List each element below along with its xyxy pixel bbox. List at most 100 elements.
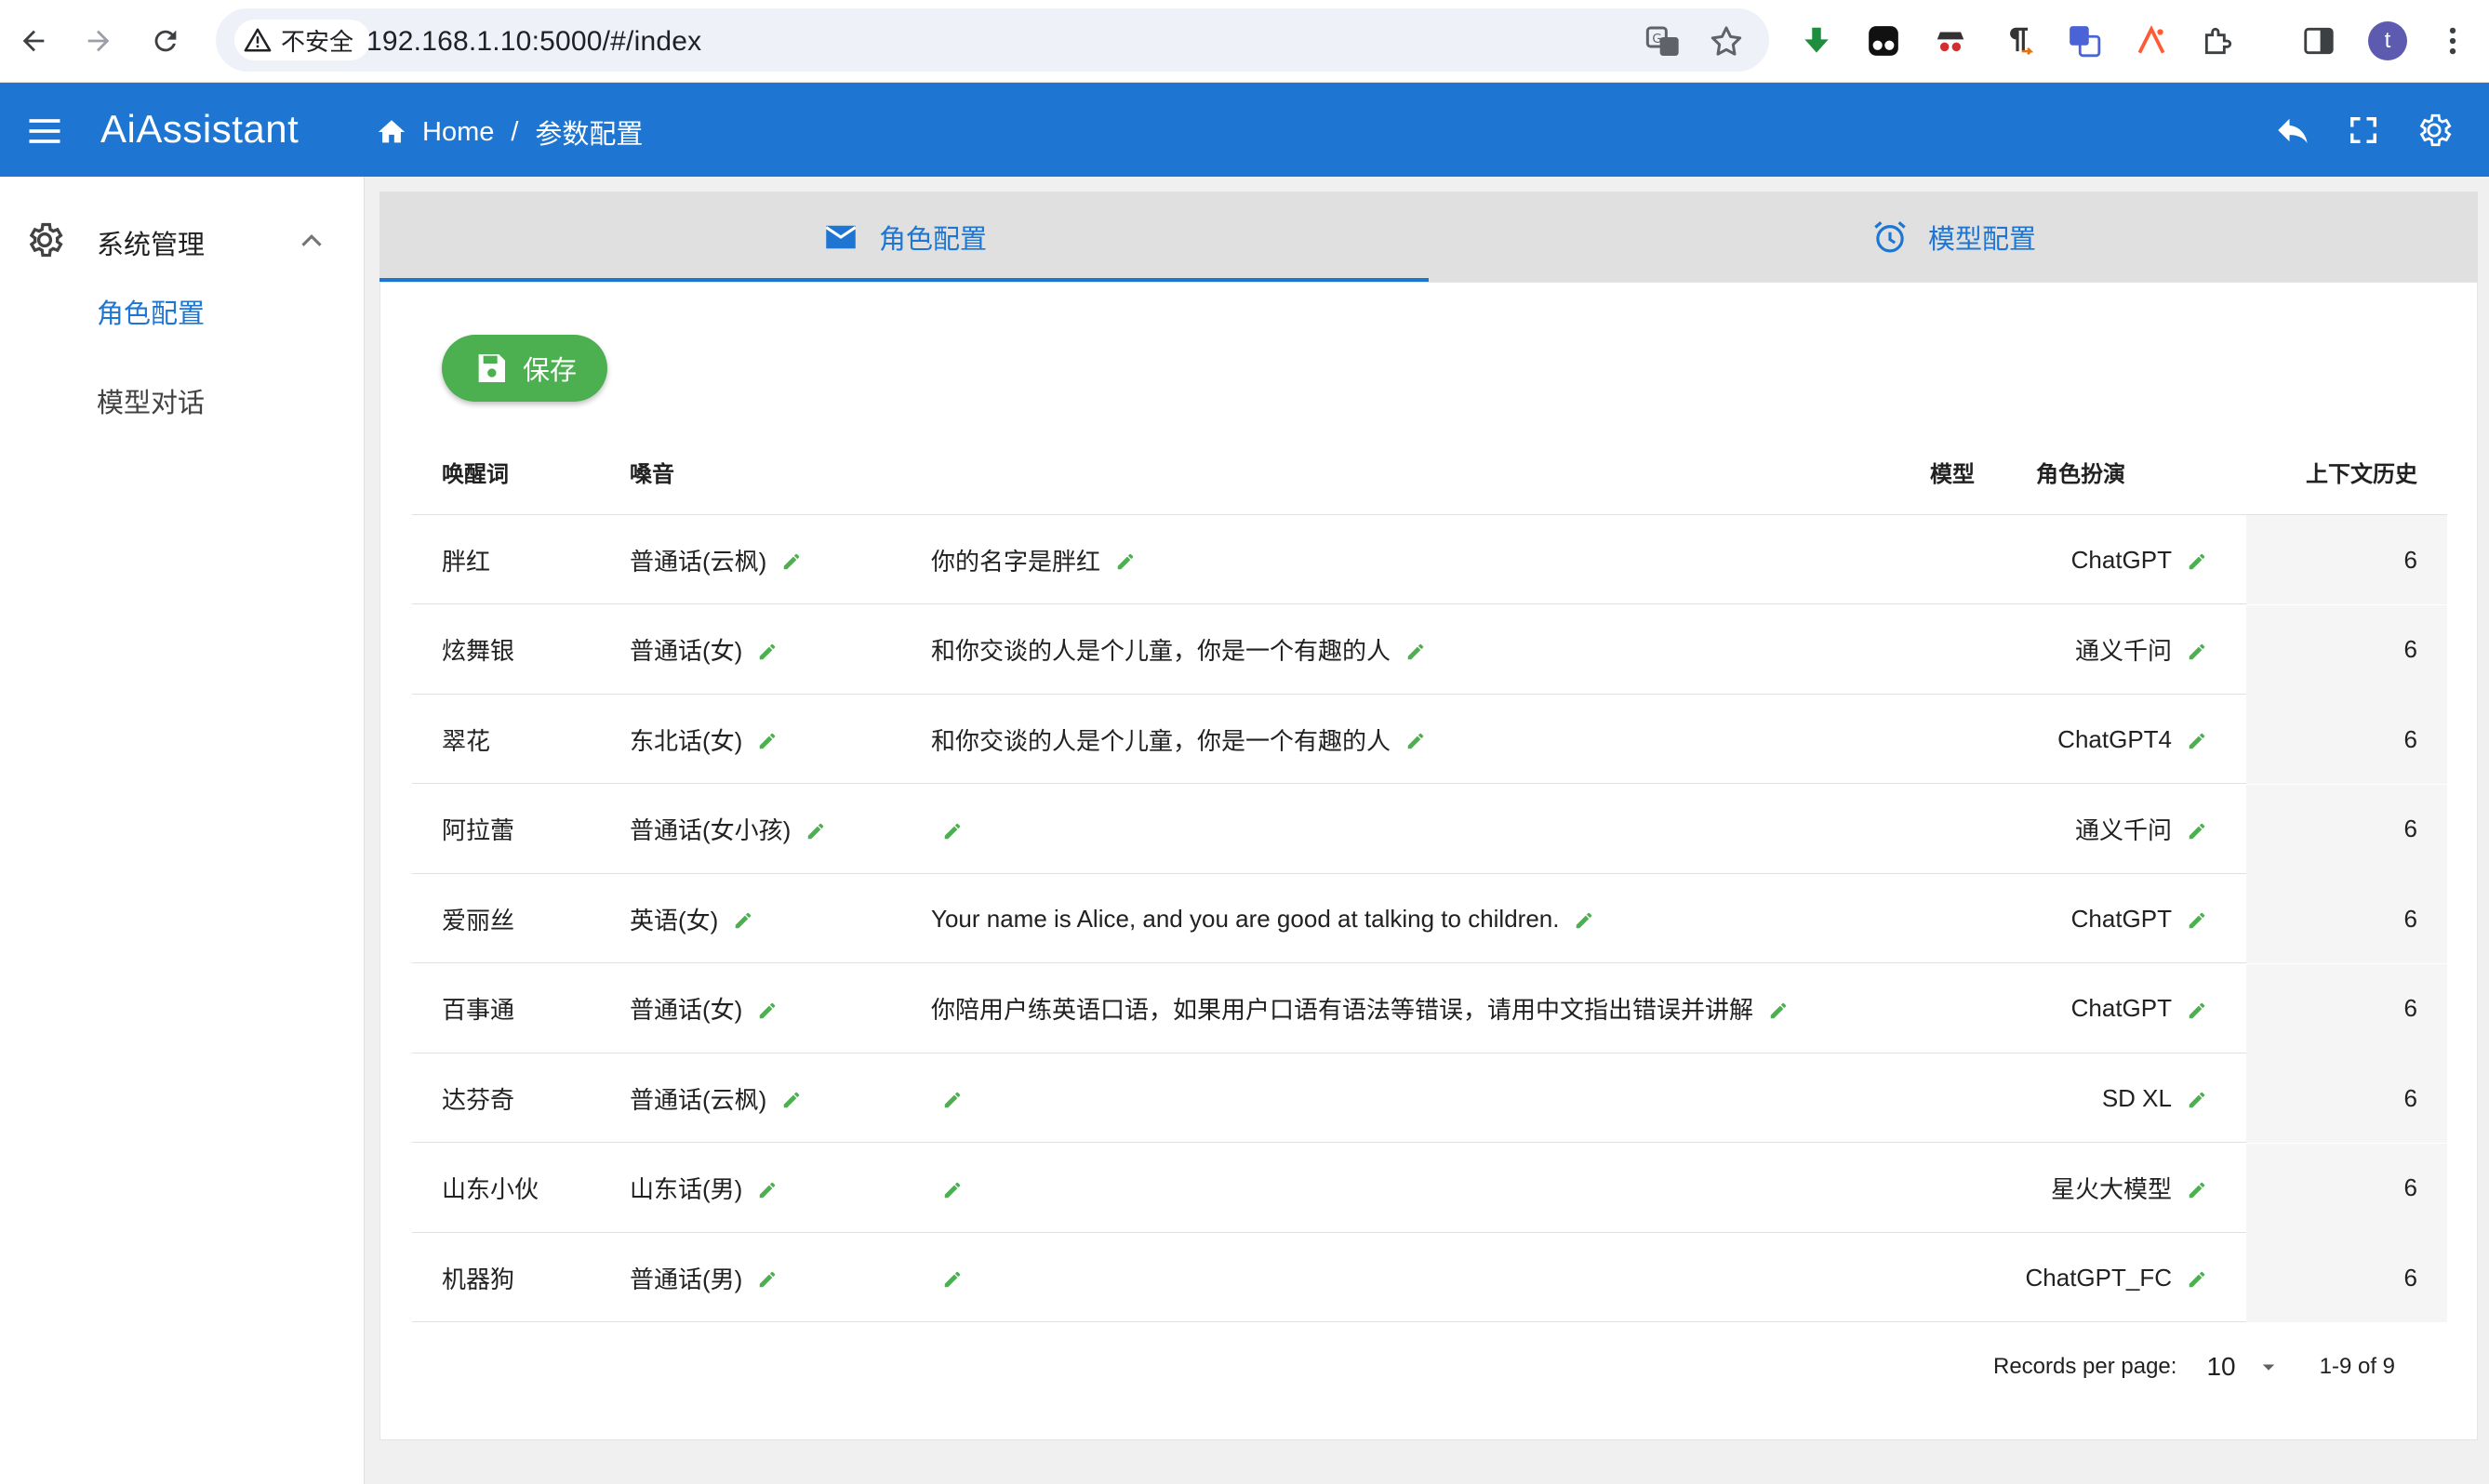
translator-extension-icon[interactable] <box>2063 20 2106 62</box>
cell-context-history[interactable]: 6 <box>2246 1143 2447 1233</box>
cell-role-play[interactable]: 你的名字是胖红 <box>931 515 1136 604</box>
forward-button[interactable] <box>71 13 126 69</box>
caret-down-icon[interactable] <box>2255 1353 2283 1381</box>
back-action-button[interactable] <box>2269 107 2316 153</box>
cell-voice[interactable]: 山东话(男) <box>630 1144 778 1233</box>
cell-role-play[interactable] <box>931 785 963 874</box>
pencil-icon[interactable] <box>757 999 778 1019</box>
home-icon[interactable] <box>376 116 407 148</box>
pencil-icon[interactable] <box>2187 729 2207 749</box>
translate-icon[interactable]: G <box>1644 23 1682 60</box>
cell-context-history[interactable]: 6 <box>2246 1053 2447 1143</box>
pencil-icon[interactable] <box>781 1088 802 1108</box>
cell-role-play[interactable]: 你陪用户练英语口语，如果用户口语有语法等错误，请用中文指出错误并讲解 <box>931 964 1789 1053</box>
header-wake-word[interactable]: 唤醒词 <box>442 456 509 488</box>
header-role-play[interactable]: 角色扮演 <box>2036 456 2125 488</box>
sidebar-group-system[interactable]: 系统管理 <box>0 195 365 285</box>
cell-context-history[interactable]: 6 <box>2246 604 2447 695</box>
cell-model[interactable]: ChatGPT <box>2071 874 2207 963</box>
pencil-icon[interactable] <box>1574 908 1594 929</box>
cell-role-play[interactable]: 和你交谈的人是个儿童，你是一个有趣的人 <box>931 695 1426 784</box>
pencil-icon[interactable] <box>942 819 963 840</box>
pencil-icon[interactable] <box>781 550 802 570</box>
tab-role-config[interactable]: 角色配置 <box>379 192 1429 282</box>
pencil-icon[interactable] <box>757 1178 778 1199</box>
pencil-icon[interactable] <box>2187 1267 2207 1288</box>
pencil-icon[interactable] <box>1115 550 1136 570</box>
cell-role-play[interactable] <box>931 1144 963 1233</box>
cell-context-history[interactable]: 6 <box>2246 874 2447 963</box>
cell-voice[interactable]: 普通话(男) <box>630 1233 778 1322</box>
cell-voice[interactable]: 东北话(女) <box>630 695 778 784</box>
sidebar-item-model-chat[interactable]: 模型对话 <box>97 381 205 420</box>
save-button[interactable]: 保存 <box>442 335 607 402</box>
reload-button[interactable] <box>138 13 193 69</box>
cell-voice[interactable]: 普通话(云枫) <box>630 1053 802 1143</box>
breadcrumb-home[interactable]: Home <box>422 117 494 148</box>
cell-voice[interactable]: 英语(女) <box>630 874 753 963</box>
cell-model[interactable]: ChatGPT_FC <box>2026 1233 2208 1322</box>
header-model[interactable]: 模型 <box>1930 456 1975 488</box>
tab-model-config[interactable]: 模型配置 <box>1429 192 2478 282</box>
pencil-icon[interactable] <box>805 819 826 840</box>
paragraph-extension-icon[interactable] <box>1996 20 2039 62</box>
cell-voice[interactable]: 普通话(女) <box>630 964 778 1053</box>
pencil-icon[interactable] <box>1768 999 1789 1019</box>
pencil-icon[interactable] <box>757 640 778 660</box>
pencil-icon[interactable] <box>1405 729 1426 749</box>
hamburger-menu-icon[interactable] <box>24 111 65 152</box>
browser-menu-icon[interactable] <box>2431 20 2474 62</box>
puzzle-icon[interactable] <box>2197 20 2240 62</box>
cell-role-play[interactable]: Your name is Alice, and you are good at … <box>931 874 1594 963</box>
pencil-icon[interactable] <box>2187 819 2207 840</box>
cell-role-play[interactable] <box>931 1233 963 1322</box>
cell-context-history[interactable]: 6 <box>2246 695 2447 784</box>
address-bar[interactable]: 不安全 192.168.1.10:5000/#/index G <box>216 8 1769 72</box>
cell-model[interactable]: 通义千问 <box>2075 785 2207 874</box>
cell-model[interactable]: 通义千问 <box>2075 605 2207 695</box>
pencil-icon[interactable] <box>2187 1088 2207 1108</box>
pencil-icon[interactable] <box>2187 999 2207 1019</box>
incognito-extension-icon[interactable] <box>1929 20 1972 62</box>
cell-context-history[interactable]: 6 <box>2246 1233 2447 1322</box>
pencil-icon[interactable] <box>757 1267 778 1288</box>
cell-role-play[interactable] <box>931 1053 963 1143</box>
cell-model[interactable]: SD XL <box>2102 1053 2207 1143</box>
cell-role-play[interactable]: 和你交谈的人是个儿童，你是一个有趣的人 <box>931 605 1426 695</box>
security-chip[interactable]: 不安全 <box>234 20 371 60</box>
pencil-icon[interactable] <box>733 908 753 929</box>
download-extension-icon[interactable] <box>1795 20 1838 62</box>
pencil-icon[interactable] <box>942 1267 963 1288</box>
header-voice[interactable]: 嗓音 <box>630 456 674 488</box>
star-icon[interactable] <box>1708 23 1745 60</box>
sidebar-item-role-config[interactable]: 角色配置 <box>97 292 205 331</box>
side-panel-icon[interactable] <box>2297 20 2340 62</box>
tampermonkey-icon[interactable] <box>1862 20 1905 62</box>
pencil-icon[interactable] <box>2187 908 2207 929</box>
chevron-up-icon[interactable] <box>294 223 329 258</box>
cell-voice[interactable]: 普通话(女) <box>630 605 778 695</box>
pencil-icon[interactable] <box>2187 640 2207 660</box>
cell-voice[interactable]: 普通话(女小孩) <box>630 785 826 874</box>
back-button[interactable] <box>6 13 61 69</box>
cell-voice[interactable]: 普通话(云枫) <box>630 515 802 604</box>
cell-model[interactable]: ChatGPT <box>2071 964 2207 1053</box>
pencil-icon[interactable] <box>1405 640 1426 660</box>
pencil-icon[interactable] <box>2187 1178 2207 1199</box>
sparkle-extension-icon[interactable] <box>2130 20 2173 62</box>
cell-context-history[interactable]: 6 <box>2246 963 2447 1053</box>
pencil-icon[interactable] <box>2187 550 2207 570</box>
pencil-icon[interactable] <box>757 729 778 749</box>
pencil-icon[interactable] <box>942 1178 963 1199</box>
profile-avatar[interactable]: t <box>2368 21 2407 60</box>
cell-context-history[interactable]: 6 <box>2246 784 2447 874</box>
pencil-icon[interactable] <box>942 1088 963 1108</box>
cell-model[interactable]: ChatGPT <box>2071 515 2207 604</box>
cell-model[interactable]: 星火大模型 <box>2051 1144 2207 1233</box>
cell-model[interactable]: ChatGPT4 <box>2057 695 2207 784</box>
records-per-page-select[interactable]: 10 <box>2206 1352 2235 1382</box>
header-context-history[interactable]: 上下文历史 <box>2306 456 2417 488</box>
settings-button[interactable] <box>2411 107 2457 153</box>
cell-context-history[interactable]: 6 <box>2246 515 2447 604</box>
fullscreen-button[interactable] <box>2340 107 2387 153</box>
